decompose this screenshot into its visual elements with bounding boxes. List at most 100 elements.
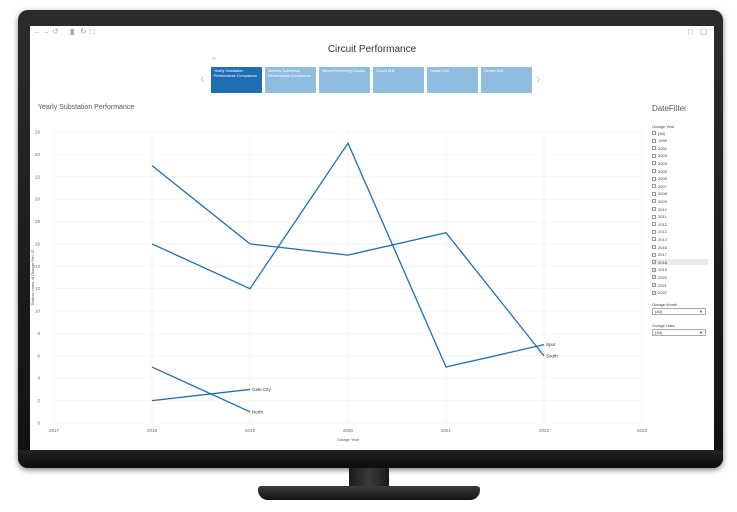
- year-option[interactable]: 1999: [652, 138, 708, 144]
- year-option[interactable]: 2002: [652, 145, 708, 151]
- toolbar: ← → ↺ ▮ ↻ □ □ ▢: [30, 26, 714, 38]
- fullscreen-icon[interactable]: ▢: [700, 27, 708, 36]
- y-tick-label: 16: [35, 241, 41, 246]
- year-option[interactable]: ✓ 2018: [652, 259, 708, 266]
- y-tick-label: 20: [35, 197, 41, 202]
- year-option-label: 2014: [658, 236, 667, 242]
- checkbox[interactable]: [652, 146, 656, 151]
- checkbox[interactable]: ✓: [652, 275, 656, 280]
- undo-icon[interactable]: ←: [33, 27, 41, 36]
- checkbox[interactable]: [652, 199, 656, 204]
- pause-icon[interactable]: ▮: [70, 27, 74, 36]
- year-option-label: 2018: [658, 259, 667, 265]
- year-option[interactable]: 2011: [652, 214, 708, 220]
- year-option[interactable]: 2004: [652, 160, 708, 166]
- year-option[interactable]: 2017: [652, 252, 708, 258]
- monitor-stand-base: [258, 486, 480, 500]
- series-label: South: [546, 353, 558, 358]
- story-point-6[interactable]: Device Drill: [480, 67, 532, 93]
- story-point-2[interactable]: Monthly Substation Performance Compariso…: [264, 67, 316, 93]
- year-option-label: 2007: [658, 183, 667, 189]
- year-option-label: 2019: [658, 267, 667, 273]
- line-chart: 024681012141618202224262017 2018 2019 2020 2…: [30, 130, 648, 443]
- y-tick-label: 2: [37, 398, 40, 403]
- checkbox[interactable]: [652, 153, 656, 158]
- filter-panel-title: DateFilter: [652, 104, 687, 113]
- outage-month-dropdown[interactable]: (All) ▼: [652, 308, 706, 315]
- checkbox[interactable]: [652, 222, 656, 227]
- checkbox[interactable]: [652, 191, 656, 196]
- year-option[interactable]: 2006: [652, 176, 708, 182]
- year-option-label: 2008: [658, 191, 667, 197]
- checkbox[interactable]: [652, 252, 656, 257]
- x-tick-label: 2018: [147, 428, 158, 433]
- year-option-label: 2004: [658, 160, 667, 166]
- year-option[interactable]: 2003: [652, 153, 708, 159]
- year-option[interactable]: ✓ 2021: [652, 282, 708, 288]
- checkbox[interactable]: ✓: [652, 290, 656, 295]
- year-option[interactable]: ✓ 2022: [652, 290, 708, 296]
- checkbox[interactable]: [652, 229, 656, 234]
- story-point-3[interactable]: Worst Performing Circuits: [318, 67, 370, 93]
- story-next-arrow[interactable]: ›: [536, 70, 541, 86]
- story-point-1[interactable]: Yearly Substation Performance Comparison: [210, 67, 262, 93]
- checkbox[interactable]: [652, 245, 656, 249]
- year-option[interactable]: ✓ 2019: [652, 267, 708, 273]
- year-option-label: 2022: [658, 290, 667, 296]
- story-info-icon[interactable]: ○: [212, 56, 216, 62]
- year-option[interactable]: (All): [652, 130, 708, 136]
- year-option-label: 2021: [658, 282, 667, 288]
- story-point-4[interactable]: Circuit Drill: [372, 67, 424, 93]
- checkbox[interactable]: [652, 176, 656, 181]
- year-option[interactable]: 2010: [652, 206, 708, 212]
- y-tick-label: 4: [37, 376, 40, 381]
- x-axis-label: Outage Year: [337, 437, 360, 442]
- story-prev-arrow[interactable]: ‹: [200, 70, 205, 86]
- x-tick-label: 2017: [49, 428, 60, 433]
- checkbox[interactable]: [652, 207, 656, 211]
- checkbox[interactable]: [652, 131, 656, 135]
- year-option[interactable]: 2016: [652, 244, 708, 250]
- year-option[interactable]: 2007: [652, 183, 708, 189]
- outage-date-dropdown[interactable]: (All) ▼: [652, 329, 706, 336]
- story-point-5[interactable]: Cause Drill: [426, 67, 478, 93]
- year-option-label: 2016: [658, 244, 667, 250]
- series-label: Spur: [546, 342, 556, 347]
- checkbox[interactable]: [652, 214, 656, 219]
- year-option[interactable]: 2014: [652, 236, 708, 242]
- share-icon[interactable]: □: [90, 27, 95, 36]
- comment-icon[interactable]: □: [688, 27, 693, 36]
- x-tick-label: 2019: [245, 428, 256, 433]
- year-option[interactable]: 2013: [652, 229, 708, 235]
- year-option-label: 2012: [658, 221, 667, 227]
- screen: ← → ↺ ▮ ↻ □ □ ▢ Circuit Performance ○ ‹ …: [30, 26, 714, 450]
- y-tick-label: 22: [35, 174, 41, 179]
- series-line: [151, 366, 251, 413]
- checkbox[interactable]: [652, 184, 656, 189]
- checkbox[interactable]: [652, 138, 656, 143]
- checkbox[interactable]: ✓: [652, 260, 656, 265]
- outage-date-label: Outage Date: [652, 323, 675, 328]
- checkbox[interactable]: ✓: [652, 283, 656, 287]
- monitor-chin: [18, 450, 723, 468]
- year-option[interactable]: 2005: [652, 168, 708, 174]
- checkbox[interactable]: [652, 169, 656, 173]
- revert-icon[interactable]: ↺: [52, 27, 59, 36]
- y-tick-label: 8: [37, 331, 40, 336]
- year-option[interactable]: 2012: [652, 221, 708, 227]
- year-option-label: 2006: [658, 176, 667, 182]
- checkbox[interactable]: [652, 237, 656, 242]
- y-axis-label: Distinct count of Outage Rec ID: [30, 249, 35, 305]
- redo-icon[interactable]: →: [42, 27, 50, 36]
- year-option[interactable]: ✓ 2020: [652, 274, 708, 280]
- outage-month-label: Outage Month: [652, 302, 678, 307]
- year-option[interactable]: 2009: [652, 198, 708, 204]
- series-label: North: [252, 409, 264, 414]
- x-tick-label: 2020: [343, 428, 354, 433]
- checkbox[interactable]: [652, 161, 656, 166]
- year-option[interactable]: 2008: [652, 191, 708, 197]
- year-option-label: 2020: [658, 274, 667, 280]
- refresh-icon[interactable]: ↻: [80, 27, 87, 36]
- y-tick-label: 0: [37, 421, 40, 426]
- checkbox[interactable]: ✓: [652, 267, 656, 272]
